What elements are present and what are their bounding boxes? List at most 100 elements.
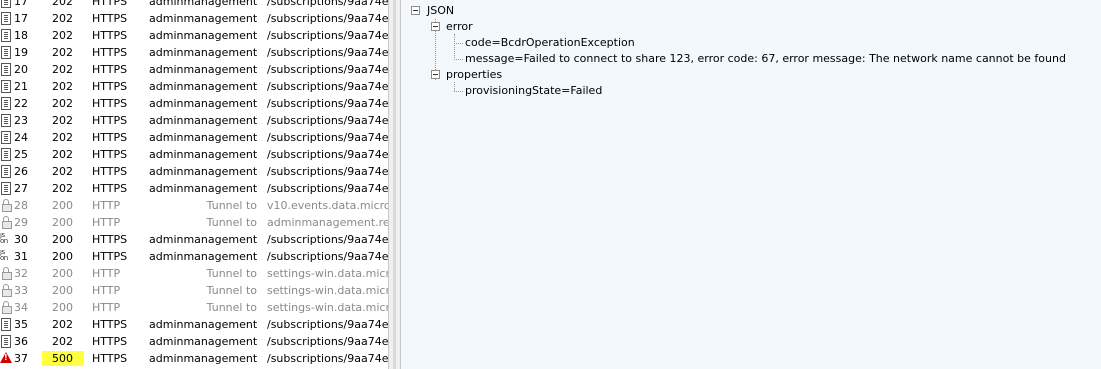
document-icon [0, 131, 12, 144]
session-result: 200 [52, 216, 73, 229]
tree-node-message[interactable]: message=Failed to connect to share 123, … [465, 52, 1066, 66]
session-result: 202 [52, 46, 73, 59]
session-url: /subscriptions/9aa74e2c- [267, 0, 388, 8]
tree-connector [454, 43, 463, 44]
session-protocol: HTTP [92, 267, 121, 280]
session-result: 202 [52, 182, 73, 195]
tree-node-error[interactable]: error [446, 20, 473, 34]
session-host: adminmanagement.... [149, 335, 257, 348]
session-host: Tunnel to [206, 216, 257, 229]
session-row[interactable]: 26202HTTPSadminmanagement..../subscripti… [0, 163, 388, 180]
session-row[interactable]: 35202HTTPSadminmanagement..../subscripti… [0, 316, 388, 333]
session-protocol: HTTPS [92, 318, 128, 331]
session-protocol: HTTPS [92, 80, 128, 93]
session-row[interactable]: 18202HTTPSadminmanagement..../subscripti… [0, 27, 388, 44]
session-row[interactable]: 24202HTTPSadminmanagement..../subscripti… [0, 129, 388, 146]
session-row[interactable]: 25202HTTPSadminmanagement..../subscripti… [0, 146, 388, 163]
session-row[interactable]: 33 200 HTTP Tunnel to settings-win.data.micr… [0, 282, 388, 299]
session-url: /subscriptions/9aa74e2c- [267, 80, 388, 93]
session-protocol: HTTPS [92, 148, 128, 161]
session-protocol: HTTP [92, 216, 121, 229]
session-url: settings-win.data.microso [267, 284, 388, 297]
session-row[interactable]: 17202HTTPSadminmanagement..../subscripti… [0, 10, 388, 27]
session-result: 202 [52, 97, 73, 110]
session-url: /subscriptions/9aa74e2c- [267, 182, 388, 195]
document-icon [0, 0, 12, 8]
session-protocol: HTTPS [92, 233, 128, 246]
session-result: 200 [52, 199, 73, 212]
session-url: /subscriptions/9aa74e2c- [267, 114, 388, 127]
session-host: adminmanagement.... [149, 114, 257, 127]
session-host: adminmanagement.... [149, 148, 257, 161]
session-url: /subscriptions/9aa74e2c- [267, 165, 388, 178]
session-row[interactable]: 19202HTTPSadminmanagement..../subscripti… [0, 44, 388, 61]
session-result: 202 [52, 0, 73, 8]
session-host: adminmanagement.... [149, 131, 257, 144]
document-icon [0, 12, 12, 25]
session-row[interactable]: 17202HTTPSadminmanagement..../subscripti… [0, 0, 388, 10]
session-row[interactable]: 21202HTTPSadminmanagement..../subscripti… [0, 78, 388, 95]
session-protocol: HTTPS [92, 335, 128, 348]
session-host: adminmanagement.... [149, 318, 257, 331]
session-result: 200 [52, 250, 73, 263]
tree-node-root[interactable]: JSON [427, 4, 454, 18]
session-row[interactable]: 34 200 HTTP Tunnel to settings-win.data.micr… [0, 299, 388, 316]
session-row[interactable]: 37500HTTPSadminmanagement..../subscripti… [0, 350, 388, 367]
session-url: /subscriptions/9aa74e2c- [267, 63, 388, 76]
session-result: 202 [52, 80, 73, 93]
session-row[interactable]: 20202HTTPSadminmanagement..../subscripti… [0, 61, 388, 78]
tree-connector [454, 82, 455, 91]
tree-connector [454, 91, 463, 92]
document-icon [0, 63, 12, 76]
session-result: 202 [52, 165, 73, 178]
tree-connector [454, 34, 455, 60]
collapse-properties-icon[interactable] [431, 70, 440, 79]
session-protocol: HTTPS [92, 182, 128, 195]
document-icon [0, 80, 12, 93]
collapse-root-icon[interactable] [411, 6, 420, 15]
session-result: 200 [52, 301, 73, 314]
document-icon [0, 114, 12, 127]
document-icon [0, 165, 12, 178]
session-url: settings-win.data.microso [267, 301, 388, 314]
session-url: /subscriptions/9aa74e2c- [267, 148, 388, 161]
session-protocol: HTTP [92, 301, 121, 314]
session-result: 500 [42, 351, 84, 366]
session-host: adminmanagement.... [149, 63, 257, 76]
session-host: Tunnel to [206, 284, 257, 297]
session-row[interactable]: 28200HTTPTunnel tov10.events.data.micros… [0, 197, 388, 214]
session-url: /subscriptions/9aa74e2c- [267, 29, 388, 42]
session-protocol: HTTPS [92, 250, 128, 263]
tree-node-code[interactable]: code=BcdrOperationException [465, 36, 635, 50]
session-row[interactable]: 23202HTTPSadminmanagement..../subscripti… [0, 112, 388, 129]
session-list[interactable]: 17202HTTPSadminmanagement..../subscripti… [0, 0, 388, 369]
session-url: /subscriptions/9aa74e2c- [267, 131, 388, 144]
session-host: Tunnel to [206, 301, 257, 314]
session-result: 200 [52, 267, 73, 280]
tree-node-provisioning-state[interactable]: provisioningState=Failed [465, 84, 602, 98]
pane-splitter[interactable] [388, 0, 401, 369]
session-url: settings-win.data.microso [267, 267, 388, 280]
session-url: /subscriptions/9aa74e2c- [267, 352, 388, 365]
collapse-error-icon[interactable] [431, 22, 440, 31]
json-inspector: JSON error code=BcdrOperationException m… [401, 0, 1101, 369]
session-row[interactable]: 27202HTTPSadminmanagement..../subscripti… [0, 180, 388, 197]
session-row[interactable]: 36202HTTPSadminmanagement..../subscripti… [0, 333, 388, 350]
session-row[interactable]: json30200HTTPSadminmanagement..../subscr… [0, 231, 388, 248]
lock-icon [0, 284, 12, 297]
session-row[interactable]: 29200HTTPTunnel toadminmanagement.redmo [0, 214, 388, 231]
session-row[interactable]: 32 200 HTTP Tunnel to settings-win.data.micr… [0, 265, 388, 282]
document-icon [0, 182, 12, 195]
session-host: adminmanagement.... [149, 0, 257, 8]
session-protocol: HTTPS [92, 131, 128, 144]
session-result: 202 [52, 29, 73, 42]
document-icon [0, 29, 12, 42]
lock-icon [0, 301, 12, 314]
tree-node-properties[interactable]: properties [446, 68, 502, 82]
session-host: Tunnel to [206, 199, 257, 212]
session-row[interactable]: 22202HTTPSadminmanagement..../subscripti… [0, 95, 388, 112]
session-row[interactable]: json31200HTTPSadminmanagement..../subscr… [0, 248, 388, 265]
session-url: /subscriptions/9aa74e2c- [267, 46, 388, 59]
js-icon: js on [0, 233, 8, 245]
session-protocol: HTTPS [92, 0, 128, 8]
